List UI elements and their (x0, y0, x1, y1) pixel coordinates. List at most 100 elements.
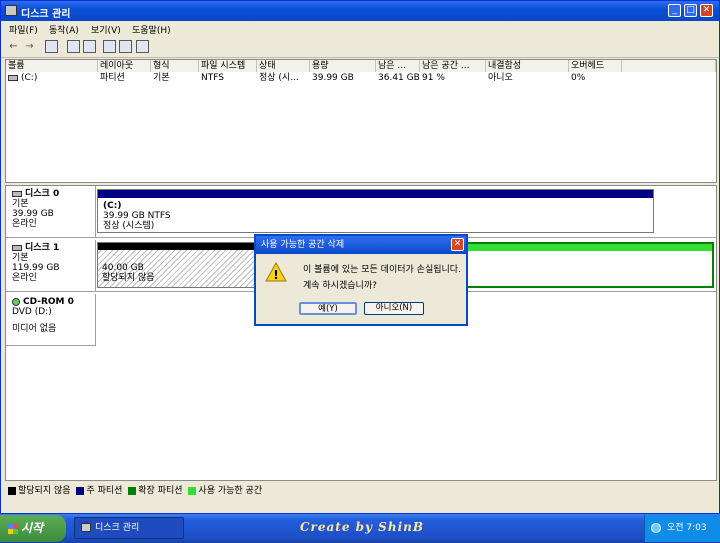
disk-status: 미디어 없음 (12, 324, 57, 334)
taskbar-banner: Create by ShinB (300, 520, 424, 534)
delete-free-space-dialog: 사용 가능한 공간 삭제 ✕ ! 이 볼륨에 있는 모든 데이터가 손실됩니다.… (254, 234, 468, 326)
unallocated-bar (98, 243, 256, 250)
menu-file[interactable]: 파일(F) (9, 23, 38, 36)
cell-filesystem: NTFS (201, 73, 224, 83)
maximize-button[interactable]: □ (684, 4, 697, 17)
disk-management-app-icon (5, 5, 17, 16)
action-pane-icon[interactable] (103, 40, 116, 53)
cdrom-0-label[interactable]: CD-ROM 0 DVD (D:) 미디어 없음 (6, 294, 96, 346)
cell-status: 정상 (시... (259, 73, 299, 83)
dialog-title: 사용 가능한 공간 삭제 (261, 240, 345, 250)
clock: 오전 7:03 (667, 523, 707, 533)
menu-action[interactable]: 동작(A) (49, 23, 79, 36)
no-button[interactable]: 아니오(N) (364, 302, 424, 315)
column-header-free[interactable]: 남은 ... (376, 60, 420, 72)
properties-icon[interactable] (83, 40, 96, 53)
cell-type: 기본 (153, 73, 170, 83)
cd-drive-icon (12, 297, 20, 306)
dialog-close-button[interactable]: ✕ (451, 238, 464, 251)
column-header-overhead[interactable]: 오버헤드 (569, 60, 622, 72)
drive-icon (8, 74, 18, 81)
menu-bar: 파일(F) 동작(A) 보기(V) 도움말(H) (1, 21, 719, 37)
legend-unallocated: 할당되지 않음 (18, 486, 71, 496)
partition-state: 정상 (시스템) (103, 221, 155, 231)
cell-free: 36.41 GB (378, 73, 420, 83)
disk-0-label[interactable]: 디스크 0 기본 39.99 GB 온라인 (6, 186, 96, 238)
disk-map: 디스크 0 기본 39.99 GB 온라인 (C:) 39.99 GB NTFS… (5, 185, 717, 481)
minimize-button[interactable]: _ (668, 4, 681, 17)
dialog-question: 계속 하시겠습니까? (303, 281, 377, 291)
disk-status: 온라인 (12, 219, 37, 229)
help-topic-icon[interactable] (67, 40, 80, 53)
disk-name: 디스크 0 (25, 189, 60, 199)
column-header-layout[interactable]: 레이아웃 (98, 60, 151, 72)
list-view-icon[interactable] (136, 40, 149, 53)
console-view-icon[interactable] (45, 40, 58, 53)
disk-1-label[interactable]: 디스크 1 기본 119.99 GB 온라인 (6, 240, 96, 292)
close-button[interactable]: ✕ (700, 4, 713, 17)
forward-arrow-icon[interactable]: → (23, 40, 36, 53)
windows-logo-icon (8, 523, 18, 534)
column-header-percent-free[interactable]: 남은 공간 ... (420, 60, 486, 72)
legend-primary: 주 파티션 (86, 486, 123, 496)
taskbar-item-disk-management[interactable]: 디스크 관리 (74, 517, 184, 539)
hard-disk-icon (12, 190, 22, 197)
legend-swatch-unallocated (8, 486, 16, 495)
cell-fault-tolerance: 아니오 (488, 73, 513, 83)
disk-size: 39.99 GB (12, 209, 54, 219)
menu-view[interactable]: 보기(V) (91, 23, 121, 36)
legend-free: 사용 가능한 공간 (198, 486, 263, 496)
cell-layout: 파티션 (100, 73, 125, 83)
check-disk-icon[interactable] (119, 40, 132, 53)
column-header-fault-tolerance[interactable]: 내결함성 (486, 60, 569, 72)
column-header-filesystem[interactable]: 파일 시스템 (199, 60, 257, 72)
column-header-status[interactable]: 상태 (257, 60, 310, 72)
column-header-volume[interactable]: 볼륨 (6, 60, 98, 72)
disk-name: CD-ROM 0 (23, 297, 74, 307)
unallocated-region[interactable]: 40.00 GB 할당되지 않음 (97, 242, 257, 288)
tray-expand-icon[interactable] (651, 522, 661, 533)
legend: 할당되지 않음 주 파티션 확장 파티션 사용 가능한 공간 (5, 484, 717, 498)
column-header-type[interactable]: 형식 (151, 60, 199, 72)
disk-type: 기본 (12, 199, 29, 209)
disk-management-app-icon (81, 523, 91, 532)
cell-percent-free: 91 % (422, 73, 445, 83)
legend-swatch-free (188, 486, 197, 495)
column-header-capacity[interactable]: 용량 (310, 60, 376, 72)
unallocated-size: 40.00 GB (102, 263, 144, 273)
toolbar: ← → (1, 37, 719, 58)
taskbar-item-label: 디스크 관리 (95, 523, 140, 533)
column-header-blank (622, 60, 716, 72)
volume-list: 볼륨 레이아웃 형식 파일 시스템 상태 용량 남은 ... 남은 공간 ...… (5, 59, 717, 183)
window-title: 디스크 관리 (21, 9, 71, 20)
title-bar[interactable]: 디스크 관리 _ □ ✕ (1, 1, 719, 21)
system-tray: 오전 7:03 (644, 515, 720, 542)
disk-0-partitions: (C:) 39.99 GB NTFS 정상 (시스템) (96, 186, 716, 238)
yes-button[interactable]: 예(Y) (299, 302, 357, 315)
warning-icon: ! (265, 262, 287, 282)
partition-detail: 39.99 GB NTFS (103, 211, 171, 221)
start-button[interactable]: 시작 (0, 515, 66, 542)
menu-help[interactable]: 도움말(H) (132, 23, 171, 36)
disk-name: 디스크 1 (25, 243, 60, 253)
partition-c[interactable]: (C:) 39.99 GB NTFS 정상 (시스템) (97, 189, 654, 233)
dialog-message: 이 볼륨에 있는 모든 데이터가 손실됩니다. (303, 265, 461, 275)
start-label: 시작 (21, 521, 44, 535)
cell-overhead: 0% (571, 73, 586, 83)
disk-type: 기본 (12, 253, 29, 263)
dialog-title-bar[interactable]: 사용 가능한 공간 삭제 ✕ (256, 236, 466, 254)
legend-swatch-primary (76, 486, 85, 495)
disk-type: DVD (D:) (12, 307, 52, 317)
cell-volume: (C:) (21, 73, 38, 83)
legend-swatch-extended (128, 486, 137, 495)
disk-status: 온라인 (12, 273, 37, 283)
primary-partition-bar (98, 190, 653, 198)
cell-capacity: 39.99 GB (312, 73, 354, 83)
taskbar: 시작 디스크 관리 Create by ShinB 오전 7:03 (0, 514, 720, 543)
back-arrow-icon[interactable]: ← (7, 40, 20, 53)
legend-extended: 확장 파티션 (138, 486, 183, 496)
hard-disk-icon (12, 244, 22, 251)
disk-size: 119.99 GB (12, 263, 60, 273)
partition-label: (C:) (103, 201, 122, 211)
warning-mark: ! (273, 268, 278, 282)
